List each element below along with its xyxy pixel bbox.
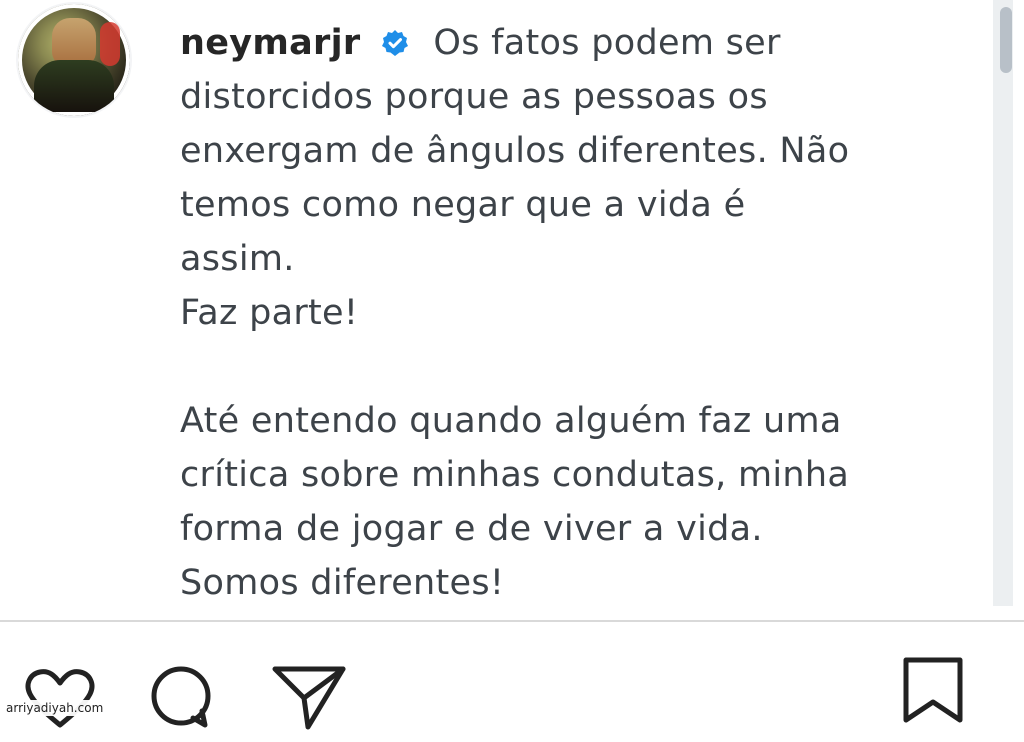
caption-line-1: neymarjr Os fatos podem ser — [180, 16, 980, 70]
caption-text-line: Os fatos podem ser — [433, 23, 781, 63]
bookmark-icon — [903, 657, 963, 723]
watermark: arriyadiyah.com — [4, 700, 106, 716]
caption-text-line: distorcidos porque as pessoas os — [180, 77, 768, 117]
caption-text-line: Somos diferentes! — [180, 563, 505, 603]
heart-icon — [25, 669, 95, 728]
avatar-highlight — [100, 22, 120, 66]
caption-text-line: enxergam de ângulos diferentes. Não — [180, 131, 850, 171]
caption-text-line: Até entendo quando alguém faz uma — [180, 401, 842, 441]
username-link[interactable]: neymarjr — [180, 23, 360, 63]
post-actions — [0, 650, 1024, 730]
section-divider — [0, 620, 1024, 622]
caption-text-line: Faz parte! — [180, 293, 359, 333]
profile-avatar[interactable] — [18, 4, 130, 116]
comment-button[interactable] — [143, 658, 223, 738]
caption-scrollbar[interactable] — [993, 0, 1013, 606]
share-button[interactable] — [270, 658, 350, 738]
save-button[interactable] — [894, 652, 974, 732]
comment-icon — [151, 666, 211, 728]
caption-text-line: crítica sobre minhas condutas, minha — [180, 455, 850, 495]
verified-badge-icon — [380, 28, 410, 58]
like-button[interactable] — [20, 658, 100, 738]
caption-text-line: temos como negar que a vida é — [180, 185, 746, 225]
caption-text-line: forma de jogar e de viver a vida. — [180, 509, 763, 549]
scrollbar-thumb[interactable] — [1000, 7, 1012, 73]
post-caption: neymarjr Os fatos podem ser distorcidos … — [180, 16, 980, 610]
instagram-post: neymarjr Os fatos podem ser distorcidos … — [0, 0, 1024, 730]
send-icon — [272, 666, 346, 730]
caption-text-line: assim. — [180, 239, 295, 279]
